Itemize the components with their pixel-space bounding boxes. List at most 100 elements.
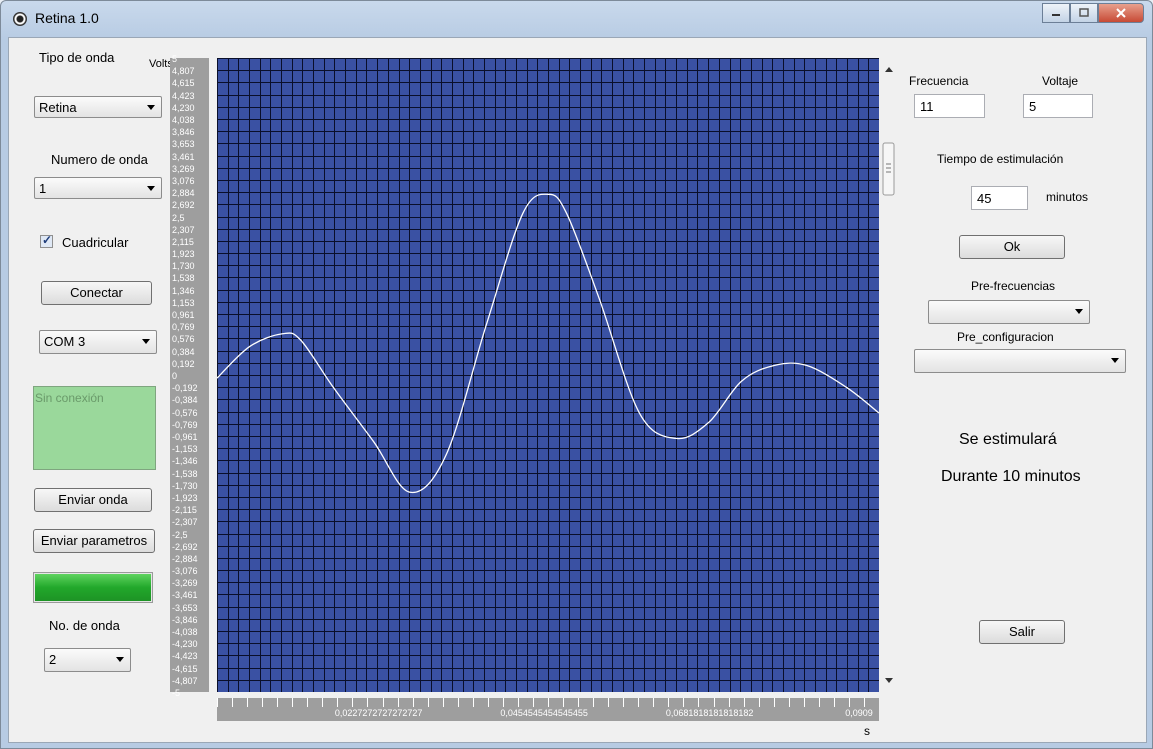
y-tick-label: 4,230 xyxy=(172,102,195,113)
numero-onda-label: Numero de onda xyxy=(51,152,148,167)
tipo-onda-label: Tipo de onda xyxy=(39,50,115,65)
conectar-button[interactable]: Conectar xyxy=(41,281,152,305)
y-tick-label: 3,461 xyxy=(172,151,195,162)
y-tick-label: 0,384 xyxy=(172,346,195,357)
y-tick-label: -2,307 xyxy=(172,517,198,528)
y-tick-label: -4,038 xyxy=(172,627,198,638)
y-tick-label: 0 xyxy=(172,371,178,381)
no-onda-label: No. de onda xyxy=(49,618,120,633)
y-tick-label: -2,5 xyxy=(172,529,188,540)
y-tick-label: 0,576 xyxy=(172,334,195,345)
waveform-chart xyxy=(217,58,879,692)
y-tick-label: -1,538 xyxy=(172,468,198,479)
y-tick-label: -4,615 xyxy=(172,663,198,674)
progress-bar xyxy=(33,572,153,603)
prefrecuencias-label: Pre-frecuencias xyxy=(971,279,1056,293)
connection-status: Sin conexión xyxy=(33,386,156,470)
maximize-icon xyxy=(1079,8,1089,17)
frecuencia-label: Frecuencia xyxy=(909,74,969,88)
y-tick-label: 4,423 xyxy=(172,90,195,101)
cuadricular-checkbox[interactable]: ✓ xyxy=(40,233,53,248)
chevron-down-icon xyxy=(142,339,150,344)
salir-button[interactable]: Salir xyxy=(979,620,1065,644)
y-tick-label: 3,653 xyxy=(172,139,195,150)
maximize-button[interactable] xyxy=(1070,3,1098,23)
preconfig-select[interactable] xyxy=(914,349,1126,373)
y-tick-label: 2,307 xyxy=(172,224,195,235)
cuadricular-label: Cuadricular xyxy=(62,235,129,250)
numero-onda-value: 1 xyxy=(39,181,47,196)
tiempo-input[interactable]: 45 xyxy=(971,186,1028,210)
y-tick-label: -5 xyxy=(172,688,181,698)
enviar-onda-button[interactable]: Enviar onda xyxy=(34,488,152,512)
close-icon xyxy=(1116,8,1126,18)
y-tick-label: -3,269 xyxy=(172,578,198,589)
scroll-thumb[interactable] xyxy=(882,142,895,196)
title-bar: Retina 1.0 xyxy=(1,1,1152,37)
numero-onda-select[interactable]: 1 xyxy=(34,177,162,199)
chevron-down-icon xyxy=(1111,358,1119,363)
y-axis: 5 4,807 4,615 4,423 4,230 4,038 3,846 3,653 3,46… xyxy=(170,54,209,698)
scrollbar-track xyxy=(882,67,895,683)
x-ticks xyxy=(217,698,879,707)
y-tick-label: -0,576 xyxy=(172,407,198,418)
y-tick-label: -0,961 xyxy=(172,431,198,442)
y-tick-label: 4,615 xyxy=(172,78,195,89)
y-tick-label: -1,923 xyxy=(172,492,198,503)
minutos-label: minutos xyxy=(1046,190,1089,204)
x-tick-label: 0,0454545454545455 xyxy=(500,708,588,718)
y-tick-label: 1,346 xyxy=(172,285,195,296)
chevron-down-icon xyxy=(147,186,155,191)
x-axis: 0,0227272727272727 0,0454545454545455 0,06… xyxy=(217,698,879,721)
check-icon: ✓ xyxy=(42,233,53,247)
com-port-select[interactable]: COM 3 xyxy=(39,330,157,354)
y-tick-label: 1,153 xyxy=(172,297,195,308)
voltaje-input[interactable]: 5 xyxy=(1023,94,1093,118)
tipo-onda-select[interactable]: Retina xyxy=(34,96,162,118)
tiempo-label: Tiempo de estimulación xyxy=(937,152,1064,166)
y-tick-label: 3,269 xyxy=(172,163,195,174)
y-tick-label: 2,5 xyxy=(172,212,185,223)
y-tick-label: -1,153 xyxy=(172,444,198,455)
no-onda-select[interactable]: 2 xyxy=(44,648,131,672)
app-icon xyxy=(13,12,27,26)
y-tick-label: 1,730 xyxy=(172,261,195,272)
y-tick-label: 3,076 xyxy=(172,175,195,186)
chevron-down-icon xyxy=(1075,309,1083,314)
y-tick-label: -2,692 xyxy=(172,541,198,552)
y-tick-label: 1,538 xyxy=(172,273,195,284)
x-tick-label: 0,0909 xyxy=(845,708,873,718)
com-port-value: COM 3 xyxy=(44,334,86,349)
y-tick-label: 4,807 xyxy=(172,66,195,77)
ok-button[interactable]: Ok xyxy=(959,235,1065,259)
y-tick-label: -1,730 xyxy=(172,480,198,491)
main-panel: Tipo de onda Retina Numero de onda 1 ✓ C… xyxy=(8,37,1147,743)
y-tick-label: -4,807 xyxy=(172,675,198,686)
y-tick-label: -3,076 xyxy=(172,566,198,577)
chevron-down-icon xyxy=(147,105,155,110)
progress-fill xyxy=(35,574,151,601)
chart-scrollbar[interactable] xyxy=(880,58,898,692)
frecuencia-input[interactable]: 11 xyxy=(914,94,985,118)
no-onda-value: 2 xyxy=(49,652,57,667)
enviar-parametros-button[interactable]: Enviar parametros xyxy=(33,529,155,553)
minimize-button[interactable] xyxy=(1042,3,1070,23)
y-tick-label: 0,192 xyxy=(172,358,195,369)
scroll-up-icon[interactable] xyxy=(885,67,893,72)
app-window: Retina 1.0 Tipo de onda Retina Numero de… xyxy=(0,0,1153,749)
durante-text: Durante 10 minutos xyxy=(941,468,1081,485)
y-tick-label: 1,923 xyxy=(172,249,195,260)
estimulara-text: Se estimulará xyxy=(959,431,1057,448)
window-title: Retina 1.0 xyxy=(35,10,99,26)
minimize-icon xyxy=(1052,14,1060,16)
y-tick-label: -4,230 xyxy=(172,639,198,650)
scroll-down-icon[interactable] xyxy=(885,678,893,683)
x-axis-title: s xyxy=(864,724,870,738)
y-tick-label: 2,115 xyxy=(172,236,194,247)
y-tick-label: -2,884 xyxy=(172,553,198,564)
prefrecuencias-select[interactable] xyxy=(928,300,1090,324)
close-button[interactable] xyxy=(1098,3,1144,23)
y-tick-label: 5 xyxy=(172,54,178,64)
y-tick-label: -2,115 xyxy=(172,505,197,516)
y-tick-label: -3,846 xyxy=(172,614,198,625)
